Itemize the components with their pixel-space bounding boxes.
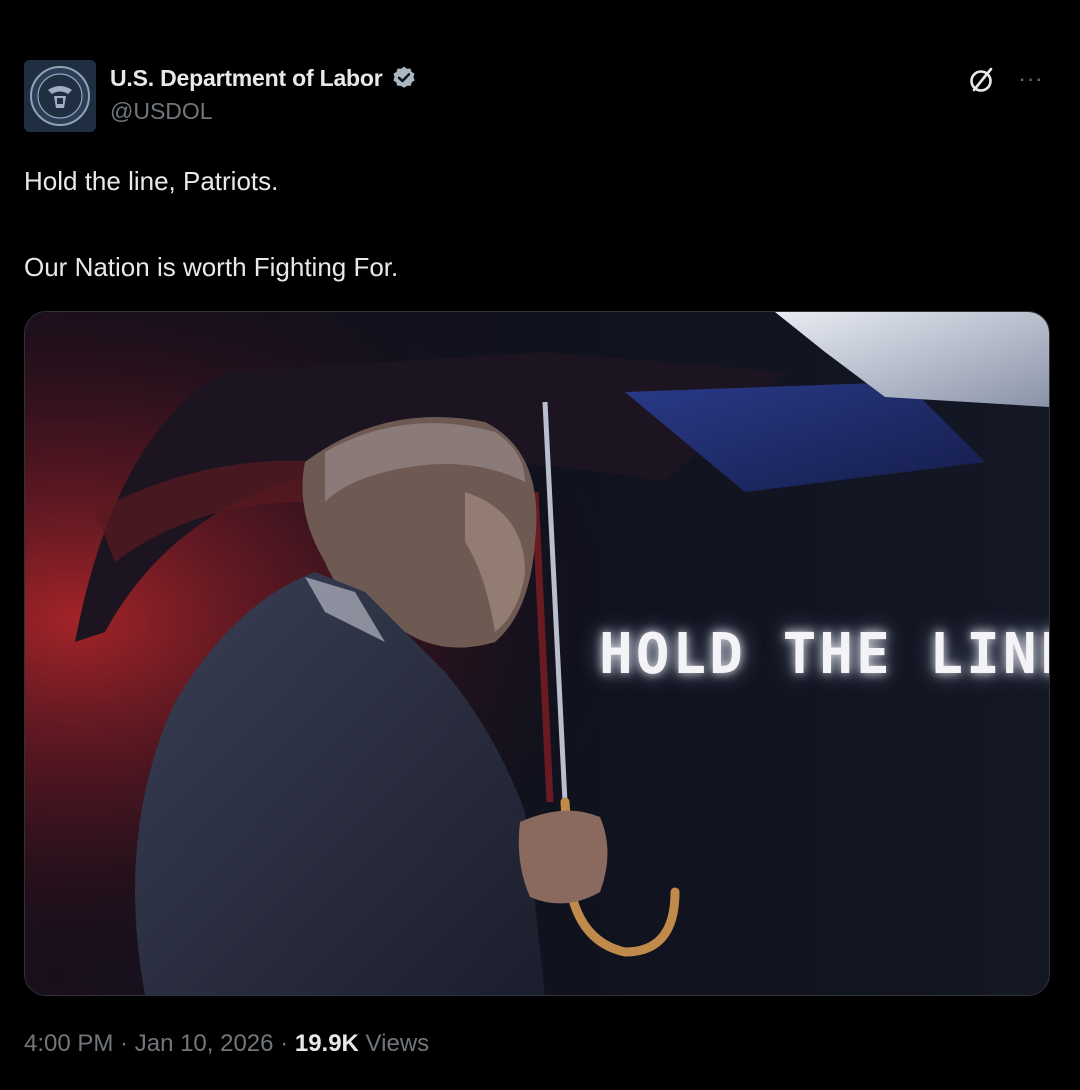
views-label: Views (358, 1030, 430, 1057)
views-count[interactable]: 19.9K (295, 1030, 359, 1057)
account-handle[interactable]: @USDOL (110, 98, 417, 125)
meta-separator: · (273, 1030, 295, 1057)
tweet-text-line: Hold the line, Patriots. (24, 166, 279, 196)
verified-badge-icon[interactable] (391, 65, 417, 91)
tweet-time[interactable]: 4:00 PM (24, 1030, 113, 1057)
media-caption-text: HOLD THE LINE. (599, 622, 1049, 687)
tweet: U.S. Department of Labor @USDOL ··· Hold… (0, 0, 1080, 1090)
tweet-media-image[interactable]: HOLD THE LINE. (24, 311, 1050, 996)
tweet-text: Hold the line, Patriots. Our Nation is w… (24, 164, 1054, 284)
display-name[interactable]: U.S. Department of Labor (110, 65, 383, 92)
display-name-row: U.S. Department of Labor (110, 62, 417, 94)
tweet-text-line: Our Nation is worth Fighting For. (24, 252, 399, 282)
tweet-meta: 4:00 PM · Jan 10, 2026 · 19.9K Views (24, 1028, 429, 1060)
tweet-date[interactable]: Jan 10, 2026 (135, 1030, 274, 1057)
tweet-header: U.S. Department of Labor @USDOL ··· (24, 58, 1056, 134)
more-options-icon[interactable]: ··· (1014, 64, 1048, 94)
avatar[interactable] (24, 60, 96, 132)
account-names: U.S. Department of Labor @USDOL (110, 62, 417, 125)
meta-separator: · (113, 1030, 135, 1057)
grok-icon[interactable] (966, 64, 998, 96)
department-of-labor-seal-icon (24, 60, 96, 132)
